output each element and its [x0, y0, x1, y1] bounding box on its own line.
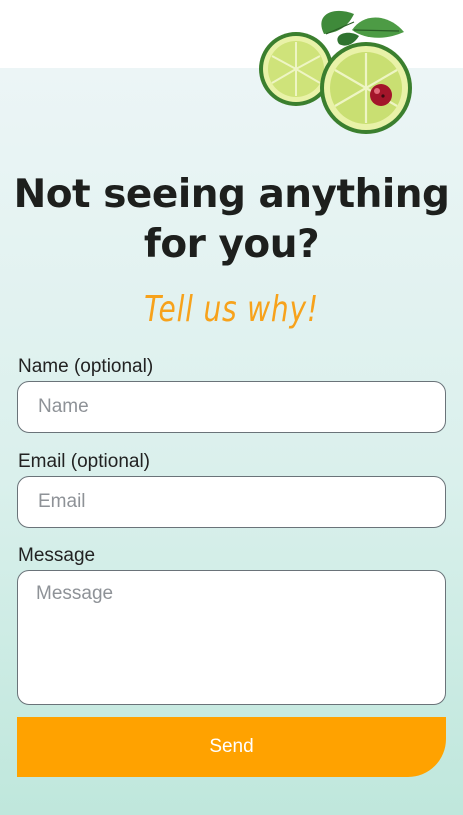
message-textarea[interactable] [17, 570, 446, 705]
name-input[interactable] [17, 381, 446, 433]
email-field-label: Email (optional) [18, 451, 150, 472]
lime-slice-right [320, 42, 412, 134]
mint-leaves [321, 10, 404, 46]
page-title: Not seeing anything for you? [0, 170, 463, 270]
send-button[interactable]: Send [17, 717, 446, 777]
lime-garnish-illustration [259, 10, 412, 134]
page-title-line-2: for you? [143, 222, 320, 267]
cranberry [370, 84, 392, 106]
email-input[interactable] [17, 476, 446, 528]
tagline: Tell us why! [144, 289, 319, 330]
message-field-label: Message [18, 545, 96, 566]
page-title-line-1: Not seeing anything [13, 172, 450, 217]
name-field-label: Name (optional) [18, 356, 154, 377]
